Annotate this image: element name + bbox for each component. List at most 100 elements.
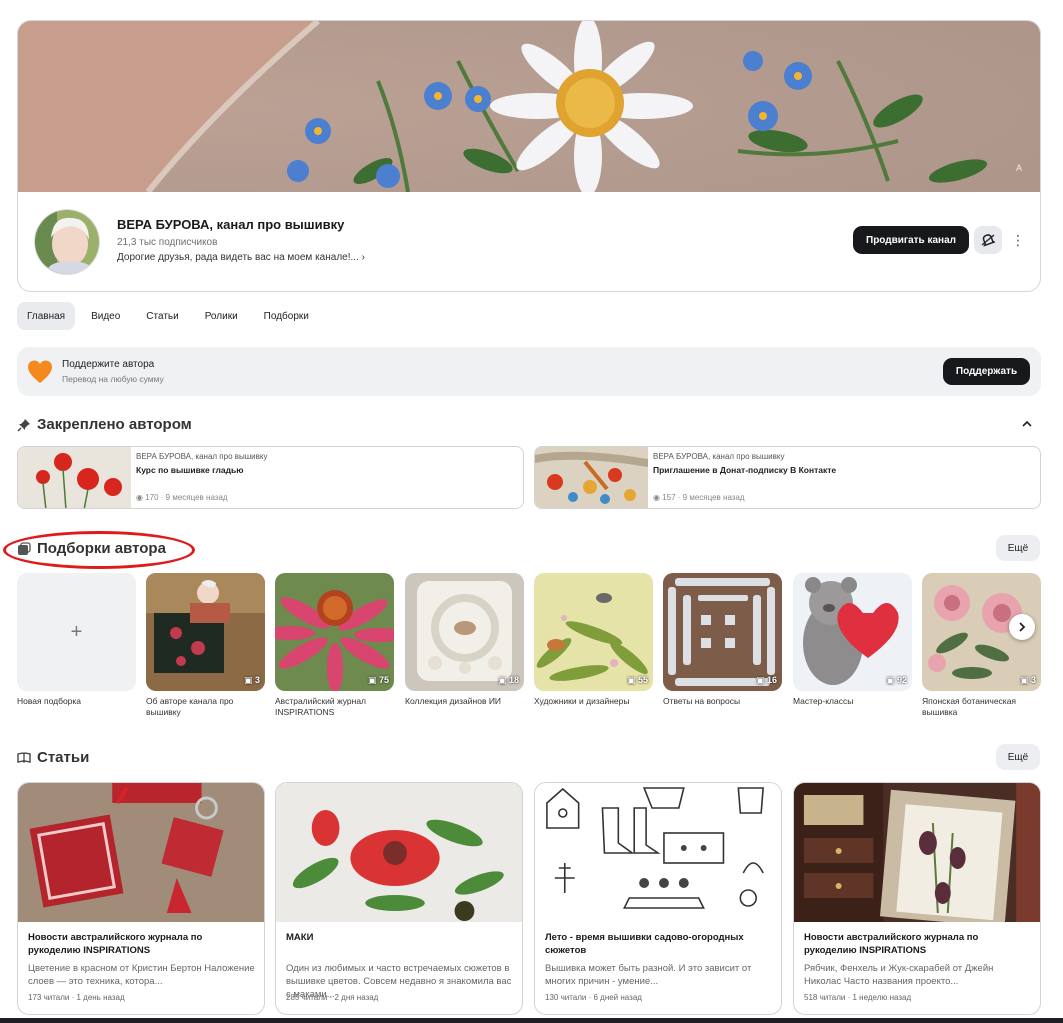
promote-channel-button[interactable]: Продвигать канал <box>853 226 969 254</box>
article-card[interactable]: Лето - время вышивки садово-огородных сю… <box>534 782 782 1015</box>
chevron-right-icon: › <box>361 252 365 263</box>
tab-video[interactable]: Видео <box>81 302 130 330</box>
pinned-author: ВЕРА БУРОВА, канал про вышивку <box>653 452 785 461</box>
comment-icon: ▣ <box>243 675 253 685</box>
more-vertical-icon[interactable]: ⋮ <box>1011 230 1025 250</box>
collection-count-value: 92 <box>896 675 907 685</box>
collection-image: ▣ 3 <box>146 573 265 691</box>
collection-title: Ответы на вопросы <box>663 696 741 706</box>
article-card[interactable]: Новости австралийского журнала по рукоде… <box>17 782 265 1015</box>
comment-icon: ▣ <box>626 675 636 685</box>
collections-section-title: Подборки автора <box>17 540 166 557</box>
taskbar-edge <box>0 1018 1063 1023</box>
collection-count-value: 16 <box>766 675 777 685</box>
pinned-card[interactable]: ВЕРА БУРОВА, канал про вышивку Курс по в… <box>17 446 524 509</box>
article-title: Новости австралийского журнала по рукоде… <box>804 932 979 956</box>
article-title: Лето - время вышивки садово-огородных сю… <box>545 932 744 956</box>
chevron-right-icon <box>1019 622 1026 632</box>
channel-description[interactable]: Дорогие друзья, рада видеть вас на моем … <box>117 252 365 263</box>
article-card[interactable]: Новости австралийского журнала по рукоде… <box>793 782 1041 1015</box>
collection-title: Новая подборка <box>17 696 82 706</box>
article-snippet: Вышивка может быть разной. И это зависит… <box>545 963 752 987</box>
pinned-meta: ◉ 170 · 9 месяцев назад <box>136 493 228 502</box>
collection-count-value: 3 <box>254 675 260 685</box>
collection-count: ▣ 55 <box>627 675 648 686</box>
collection-count: ▣ 75 <box>368 675 389 686</box>
book-icon <box>17 751 31 763</box>
article-image <box>535 783 781 922</box>
channel-tabs: Главная Видео Статьи Ролики Подборки <box>17 302 319 330</box>
chevron-up-icon[interactable] <box>1020 417 1034 431</box>
tab-collections[interactable]: Подборки <box>254 302 319 330</box>
channel-name[interactable]: ВЕРА БУРОВА, канал про вышивку <box>117 217 344 232</box>
article-image <box>276 783 522 922</box>
collection-title: Японская ботаническая вышивка <box>922 696 1017 717</box>
collections-title-text: Подборки автора <box>37 540 166 557</box>
collection-title: Австралийский журнал INSPIRATIONS <box>275 696 367 717</box>
article-meta: 130 читали · 6 дней назад <box>545 993 642 1002</box>
heart-icon <box>28 360 52 383</box>
article-snippet: Рябчик, Фенхель и Жук-скарабей от Джейн … <box>804 963 994 987</box>
channel-banner: A <box>18 21 1040 192</box>
collection-image: ▣ 18 <box>405 573 524 691</box>
avatar[interactable] <box>34 209 100 275</box>
collection-count-value: 75 <box>378 675 389 685</box>
collection-count-value: 18 <box>508 675 519 685</box>
article-title: МАКИ <box>286 932 314 943</box>
carousel-next-button[interactable] <box>1009 614 1035 640</box>
channel-header-card: A ВЕРА БУРОВА, канал про вышивку 21,3 ты… <box>17 20 1041 292</box>
articles-title-text: Статьи <box>37 749 90 766</box>
channel-info: ВЕРА БУРОВА, канал про вышивку 21,3 тыс … <box>18 192 1040 291</box>
comment-icon: ▣ <box>1019 675 1029 685</box>
collection-title: Коллекция дизайнов ИИ <box>405 696 502 706</box>
collection-card[interactable]: ▣ 75 Австралийский журнал INSPIRATIONS <box>275 573 394 718</box>
tab-main[interactable]: Главная <box>17 302 76 330</box>
support-title: Поддержите автора <box>62 359 155 370</box>
pinned-card[interactable]: ВЕРА БУРОВА, канал про вышивку Приглашен… <box>534 446 1041 509</box>
collection-title: Об авторе канала про вышивку <box>146 696 234 717</box>
collection-image: ▣ 55 <box>534 573 653 691</box>
collection-card[interactable]: ▣ 16 Ответы на вопросы <box>663 573 782 707</box>
article-image <box>794 783 1040 928</box>
article-title: Новости австралийского журнала по рукоде… <box>28 932 203 956</box>
support-button[interactable]: Поддержать <box>943 358 1030 385</box>
pinned-section-title: Закреплено автором <box>17 416 192 433</box>
comment-icon: ▣ <box>497 675 507 685</box>
pinned-thumbnail <box>18 447 131 508</box>
bell-icon <box>981 234 995 247</box>
article-image <box>18 783 264 922</box>
collection-card[interactable]: ▣ 92 Мастер-классы <box>793 573 912 707</box>
pinned-meta-text: 170 · 9 месяцев назад <box>145 493 228 502</box>
support-author-banner: Поддержите автора Перевод на любую сумму… <box>17 347 1041 396</box>
collections-more-button[interactable]: Ещё <box>996 535 1040 561</box>
collection-image: ▣ 92 <box>793 573 912 691</box>
pinned-meta: ◉ 157 · 9 месяцев назад <box>653 493 745 502</box>
tab-shorts[interactable]: Ролики <box>195 302 248 330</box>
collection-count: ▣ 92 <box>886 675 907 686</box>
pin-icon <box>17 418 30 432</box>
collection-image: ▣ 16 <box>663 573 782 691</box>
collection-count-value: 3 <box>1030 675 1036 685</box>
collection-card[interactable]: ▣ 55 Художники и дизайнеры <box>534 573 653 707</box>
collection-card[interactable]: ▣ 3 Об авторе канала про вышивку <box>146 573 265 718</box>
new-collection[interactable]: + Новая подборка <box>17 573 136 707</box>
collection-count: ▣ 3 <box>244 675 260 686</box>
collection-count: ▣ 3 <box>1020 675 1036 686</box>
collection-count: ▣ 16 <box>756 675 777 686</box>
channel-description-text: Дорогие друзья, рада видеть вас на моем … <box>117 252 359 263</box>
notification-bell-button[interactable] <box>974 226 1002 254</box>
collection-card[interactable]: ▣ 3 Японская ботаническая вышивка <box>922 573 1041 718</box>
articles-more-button[interactable]: Ещё <box>996 744 1040 770</box>
collection-card[interactable]: ▣ 18 Коллекция дизайнов ИИ <box>405 573 524 707</box>
subscriber-count: 21,3 тыс подписчиков <box>117 237 218 248</box>
article-card[interactable]: МАКИ Один из любимых и часто встречаемых… <box>275 782 523 1015</box>
pinned-title: Курс по вышивке гладью <box>136 465 244 475</box>
plus-icon: + <box>17 573 136 691</box>
collection-image: ▣ 75 <box>275 573 394 691</box>
pinned-meta-text: 157 · 9 месяцев назад <box>662 493 745 502</box>
comment-icon: ▣ <box>755 675 765 685</box>
tab-articles[interactable]: Статьи <box>136 302 188 330</box>
pinned-author: ВЕРА БУРОВА, канал про вышивку <box>136 452 268 461</box>
article-meta: 173 читали · 1 день назад <box>28 993 125 1002</box>
stack-icon <box>18 541 31 555</box>
